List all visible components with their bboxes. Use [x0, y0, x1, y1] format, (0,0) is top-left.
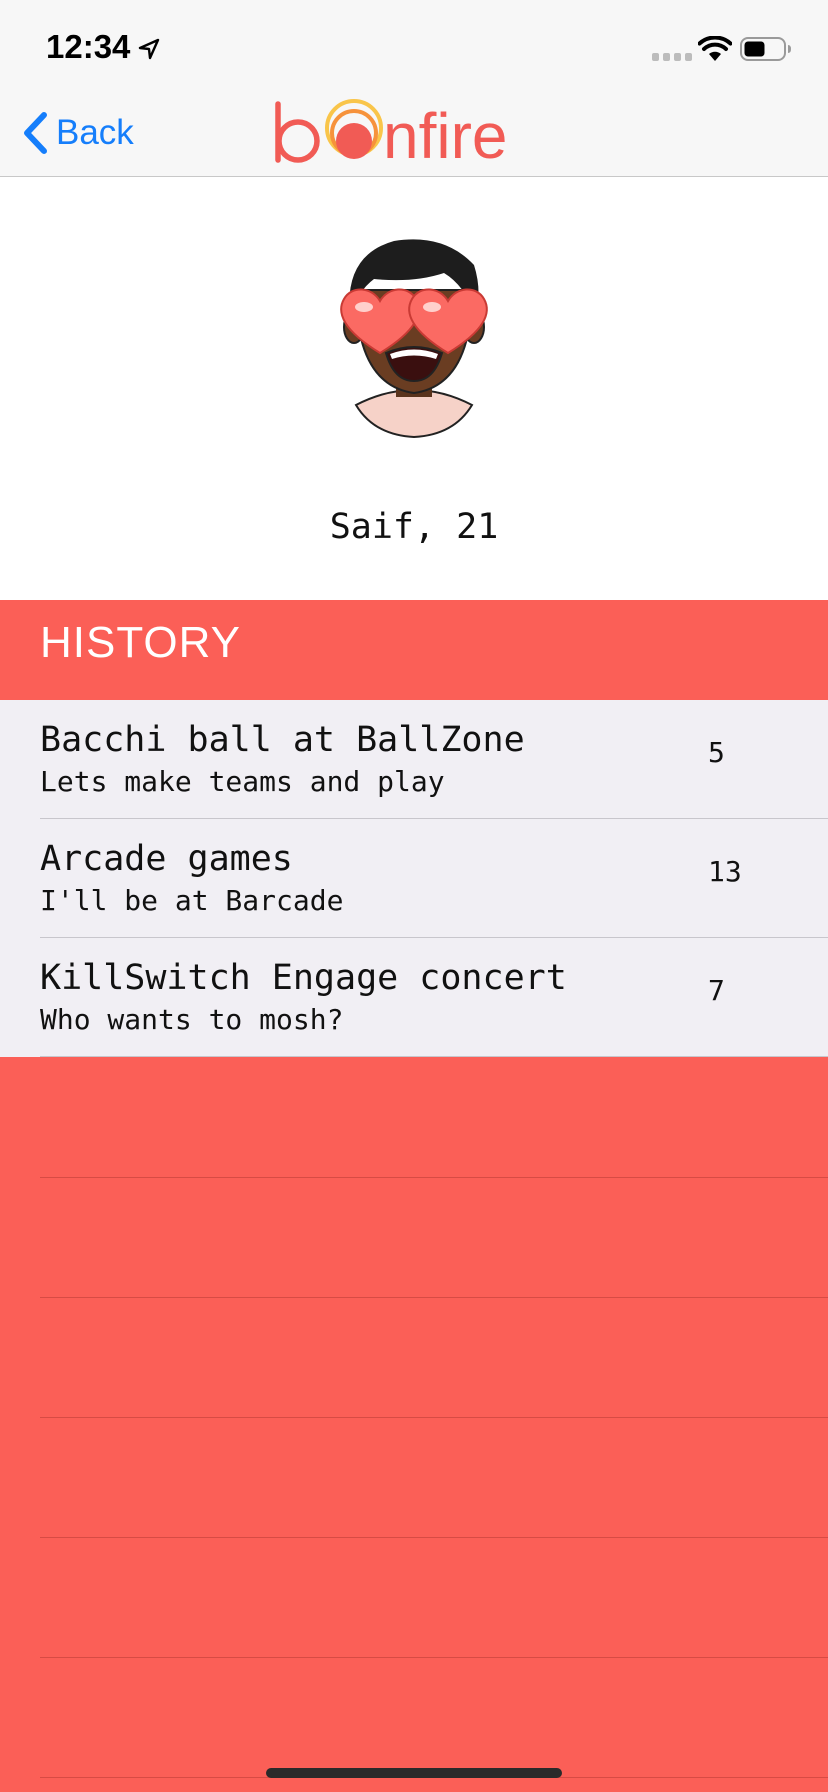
history-item-title: Bacchi ball at BallZone — [40, 720, 525, 760]
history-item-subtitle: Who wants to mosh? — [40, 1003, 344, 1036]
history-item[interactable]: Arcade games I'll be at Barcade 13 — [0, 819, 828, 938]
chevron-left-icon — [24, 112, 47, 154]
empty-row-divider — [0, 1178, 828, 1298]
battery-icon — [740, 37, 791, 61]
status-bar: 12:34 — [0, 0, 828, 100]
empty-row-divider — [0, 1418, 828, 1538]
profile-name-age: Saif, 21 — [329, 507, 499, 547]
history-title: HISTORY — [40, 618, 241, 667]
history-list: Bacchi ball at BallZone Lets make teams … — [0, 700, 828, 1057]
history-item-count: 7 — [708, 974, 725, 1007]
history-item-count: 5 — [708, 736, 725, 769]
history-item-subtitle: I'll be at Barcade — [40, 884, 344, 917]
empty-rows — [0, 1058, 828, 1778]
history-item-count: 13 — [708, 855, 742, 888]
location-arrow-icon — [138, 38, 160, 60]
heart-eyes-avatar — [340, 239, 488, 439]
empty-row-divider — [0, 1298, 828, 1418]
wifi-icon — [698, 36, 732, 61]
empty-row-divider — [0, 1538, 828, 1658]
empty-row-divider — [0, 1658, 828, 1778]
bonfire-logo: nfire — [275, 99, 508, 170]
logo-text: nfire — [383, 100, 508, 170]
history-section: HISTORY Bacchi ball at BallZone Lets mak… — [0, 600, 828, 1792]
navigation-bar: Back nfire — [0, 99, 828, 177]
profile-header: Saif, 21 — [0, 177, 828, 600]
back-button[interactable]: Back — [22, 108, 134, 158]
history-item-subtitle: Lets make teams and play — [40, 765, 445, 798]
back-label: Back — [56, 113, 134, 152]
history-item[interactable]: Bacchi ball at BallZone Lets make teams … — [0, 700, 828, 819]
empty-row-divider — [0, 1058, 828, 1178]
cellular-signal-icon — [652, 53, 692, 61]
history-item-title: Arcade games — [40, 839, 293, 879]
home-indicator[interactable] — [266, 1768, 562, 1778]
history-item-title: KillSwitch Engage concert — [40, 958, 567, 998]
status-time: 12:34 — [46, 28, 131, 65]
history-item[interactable]: KillSwitch Engage concert Who wants to m… — [0, 938, 828, 1057]
